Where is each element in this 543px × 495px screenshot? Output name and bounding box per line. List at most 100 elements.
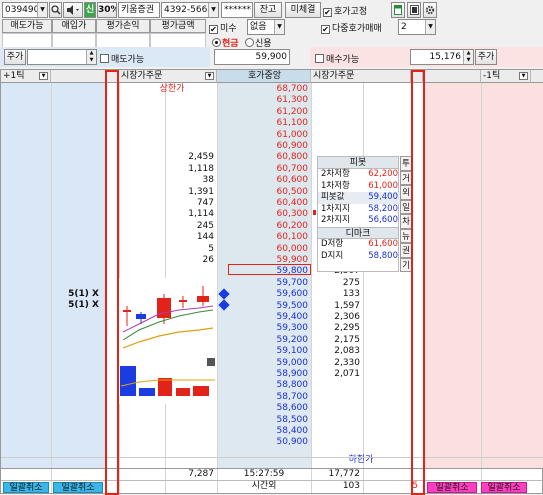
buy-avail-checkbox[interactable]: 매수가능 bbox=[315, 52, 359, 65]
bid-price[interactable]: 59,500 bbox=[217, 301, 311, 312]
bid-row[interactable]: 59,100 2,083 bbox=[1, 346, 543, 357]
ask-row[interactable]: 61,200 bbox=[1, 107, 543, 118]
unfilled-button[interactable]: 미체결 bbox=[285, 2, 321, 18]
bid-price[interactable]: 59,300 bbox=[217, 323, 311, 334]
ask-row[interactable]: 61,100 bbox=[1, 118, 543, 129]
ask-price[interactable]: 60,200 bbox=[217, 221, 311, 232]
price-button-left[interactable]: 주가 bbox=[4, 49, 26, 65]
market-order-right-header[interactable]: 시장가주문 bbox=[311, 70, 411, 83]
margin-rate-button[interactable]: 30% bbox=[97, 2, 117, 18]
bid-row[interactable]: 59,300 2,295 bbox=[1, 323, 543, 334]
ask-price[interactable]: 60,800 bbox=[217, 152, 311, 163]
bid-row[interactable]: 58,900 2,071 bbox=[1, 369, 543, 380]
margin-checkbox[interactable]: ✔ 미수 bbox=[209, 21, 237, 34]
ask-row[interactable]: 60,300 1,114 bbox=[1, 209, 543, 220]
ask-row[interactable]: 60,800 2,459 bbox=[1, 152, 543, 163]
bid-row[interactable]: 50,900 bbox=[1, 437, 543, 448]
account-select[interactable]: 4392-5661 ▼ bbox=[161, 2, 219, 18]
ask-price[interactable]: 60,400 bbox=[217, 198, 311, 209]
cancel-all-buy-button-2[interactable]: 일괄취소 bbox=[481, 482, 527, 493]
stock-code-input[interactable]: 039490 ▼ bbox=[2, 2, 48, 18]
order-entry-2[interactable]: 5(1) X bbox=[1, 300, 107, 311]
bid-price[interactable]: 58,600 bbox=[217, 403, 311, 414]
speaker-icon[interactable] bbox=[63, 2, 83, 18]
multi-count-select[interactable]: 2 ▼ bbox=[398, 19, 436, 35]
bid-price[interactable]: 50,900 bbox=[217, 437, 311, 448]
ask-price[interactable]: 68,700 bbox=[217, 84, 311, 95]
eval-amount-value bbox=[150, 33, 206, 48]
bid-price[interactable]: 58,500 bbox=[217, 415, 311, 426]
ask-volume: 747 bbox=[196, 198, 214, 208]
ask-price[interactable]: 61,300 bbox=[217, 95, 311, 106]
search-icon[interactable] bbox=[49, 2, 62, 18]
pivot-row: 1차저항 61,000 bbox=[318, 181, 400, 192]
current-price-input[interactable]: 59,900 bbox=[214, 49, 290, 65]
bid-price[interactable]: 58,400 bbox=[217, 426, 311, 437]
bid-price[interactable]: 58,900 bbox=[217, 369, 311, 380]
bid-price[interactable]: 59,700 bbox=[217, 278, 311, 289]
ask-price[interactable]: 60,000 bbox=[217, 244, 311, 255]
ask-price[interactable]: 61,200 bbox=[217, 107, 311, 118]
bid-price[interactable]: 59,000 bbox=[217, 358, 311, 369]
bid-row[interactable]: 58,800 bbox=[1, 380, 543, 391]
balance-button[interactable]: 잔고 bbox=[254, 2, 282, 18]
ask-row[interactable]: 68,700 bbox=[1, 84, 543, 95]
bid-price[interactable]: 58,700 bbox=[217, 392, 311, 403]
market-order-left-header[interactable]: 시장가주문 ▼ bbox=[119, 70, 217, 83]
ask-row[interactable]: 60,500 1,391 bbox=[1, 187, 543, 198]
ask-price[interactable]: 60,700 bbox=[217, 164, 311, 175]
bid-row[interactable]: 59,200 2,175 bbox=[1, 335, 543, 346]
ask-price[interactable]: 60,900 bbox=[217, 141, 311, 152]
sell-qty-input[interactable]: ▲ ▼ bbox=[27, 49, 97, 65]
ask-row[interactable]: 60,000 5 bbox=[1, 244, 543, 255]
bid-row[interactable]: 58,500 bbox=[1, 415, 543, 426]
cancel-all-buy-button-1[interactable]: 일괄취소 bbox=[427, 482, 477, 493]
ask-price[interactable]: 60,500 bbox=[217, 187, 311, 198]
bid-row[interactable]: 59,000 2,330 bbox=[1, 358, 543, 369]
gear-icon[interactable] bbox=[423, 2, 437, 18]
bid-row[interactable]: 59,400 2,306 bbox=[1, 312, 543, 323]
fix-quote-checkbox[interactable]: ✔ 호가고정 bbox=[323, 4, 367, 17]
mid-price-header[interactable]: 호가중앙 bbox=[217, 70, 311, 83]
ask-row[interactable]: 60,100 144 bbox=[1, 232, 543, 243]
bid-row[interactable]: 58,700 bbox=[1, 392, 543, 403]
password-input[interactable]: ****** bbox=[221, 2, 253, 18]
bid-row[interactable]: 58,600 bbox=[1, 403, 543, 414]
ask-price[interactable]: 61,100 bbox=[217, 118, 311, 129]
ask-row[interactable]: 60,200 245 bbox=[1, 221, 543, 232]
ask-row[interactable]: 60,700 1,118 bbox=[1, 164, 543, 175]
ask-price[interactable]: 60,300 bbox=[217, 209, 311, 220]
order-type-select[interactable]: 없음 ▼ bbox=[247, 19, 285, 35]
credit-badge[interactable]: 신 bbox=[84, 2, 96, 18]
bid-row[interactable]: 58,400 bbox=[1, 426, 543, 437]
ask-row[interactable]: 60,600 38 bbox=[1, 175, 543, 186]
multi-quote-checkbox[interactable]: ✔ 다중호가매매 bbox=[321, 21, 382, 34]
ask-row[interactable]: 60,900 bbox=[1, 141, 543, 152]
cancel-all-sell-button-2[interactable]: 일괄취소 bbox=[53, 482, 103, 493]
sell-avail-checkbox[interactable]: 매도가능 bbox=[100, 52, 144, 65]
ask-row[interactable]: 61,300 bbox=[1, 95, 543, 106]
ask-price[interactable]: 60,600 bbox=[217, 175, 311, 186]
left-tick-header[interactable]: +1틱 ▼ bbox=[1, 70, 51, 83]
bid-price[interactable]: 58,800 bbox=[217, 380, 311, 391]
cash-radio[interactable]: 현금 bbox=[212, 36, 239, 49]
sell-avail-header: 매도가능 bbox=[2, 19, 52, 33]
order-entry-1[interactable]: 5(1) X bbox=[1, 289, 107, 300]
credit-radio[interactable]: 신용 bbox=[245, 36, 272, 49]
ask-row[interactable]: 61,000 bbox=[1, 130, 543, 141]
ask-row[interactable]: 60,400 747 bbox=[1, 198, 543, 209]
bid-price[interactable]: 59,100 bbox=[217, 346, 311, 357]
broker-select[interactable]: 키움증권 bbox=[118, 2, 160, 18]
ask-price[interactable]: 60,100 bbox=[217, 232, 311, 243]
layout-icon[interactable] bbox=[407, 2, 421, 18]
bid-price[interactable]: 59,400 bbox=[217, 312, 311, 323]
bid-price[interactable]: 59,600 bbox=[217, 289, 311, 300]
ask-price[interactable]: 61,000 bbox=[217, 130, 311, 141]
bid-row[interactable]: 59,700 275 bbox=[1, 278, 543, 289]
price-button-right[interactable]: 주가 bbox=[475, 49, 497, 65]
right-tick-header[interactable]: -1틱 ▼ bbox=[481, 70, 531, 83]
cancel-all-sell-button-1[interactable]: 일괄취소 bbox=[3, 482, 49, 493]
bid-price[interactable]: 59,200 bbox=[217, 335, 311, 346]
buy-qty-input[interactable]: 15,176 ▲ ▼ bbox=[410, 49, 474, 65]
window-icon[interactable] bbox=[391, 2, 405, 18]
